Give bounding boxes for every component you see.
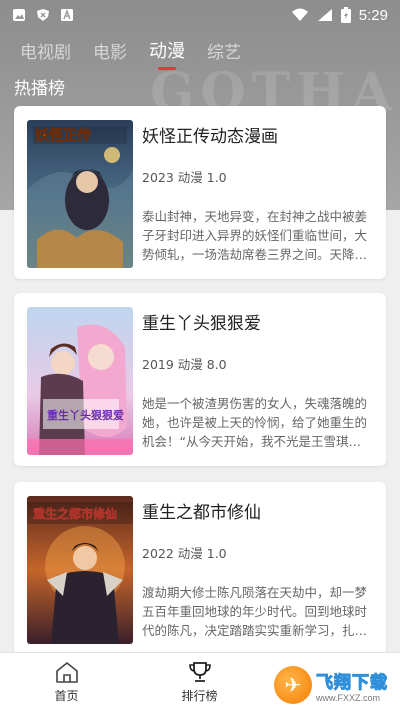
nav-home-label: 首页 xyxy=(54,689,79,703)
shield-icon xyxy=(36,8,50,22)
cover-caption: 重生丫头狠狠爱 xyxy=(47,408,124,422)
brand-logo-icon: ✈ xyxy=(274,666,312,704)
cover-art-chongsheng: 重生丫头狠狠爱 xyxy=(27,307,133,455)
cover-art-yaoguai: 妖怪正传 xyxy=(27,120,133,268)
wifi-icon xyxy=(291,8,309,22)
card-meta: 2019 动漫 8.0 xyxy=(142,357,227,372)
tab-movies[interactable]: 电影 xyxy=(93,32,127,68)
list-item[interactable]: 重生之都市修仙 重生之都市修仙 2022 动漫 1.0 渡劫期大修士陈凡陨落在天… xyxy=(14,482,386,655)
card-description: 渡劫期大修士陈凡陨落在天劫中，却一梦五百年重回地球的年少时代。回到地球时代的陈凡… xyxy=(142,585,368,643)
tab-anime[interactable]: 动漫 xyxy=(149,32,185,68)
trophy-icon xyxy=(187,660,213,684)
brand-watermark: ✈ 飞翔下载 www.FXXZ.com xyxy=(274,662,394,708)
card-meta: 2023 动漫 1.0 xyxy=(142,170,227,185)
signal-icon xyxy=(317,8,333,22)
gallery-icon xyxy=(12,8,26,22)
tab-variety[interactable]: 综艺 xyxy=(207,32,241,68)
card-description: 她是一个被渣男伤害的女人，失魂落魄的她，也许是被上天的怜悯，给了她重生的机会！“… xyxy=(142,396,368,454)
cover-caption: 重生之都市修仙 xyxy=(33,506,117,521)
brand-url: www.FXXZ.com xyxy=(316,692,381,703)
keyboard-a-icon xyxy=(60,8,74,22)
nav-ranking[interactable]: 排行榜 xyxy=(133,653,266,711)
cover-caption: 妖怪正传 xyxy=(35,127,91,144)
status-bar: 5:29 xyxy=(0,0,400,30)
section-title: 热播榜 xyxy=(14,79,65,99)
list-item[interactable]: 重生丫头狠狠爱 重生丫头狠狠爱 2019 动漫 8.0 她是一个被渣男伤害的女人… xyxy=(14,293,386,466)
card-meta: 2022 动漫 1.0 xyxy=(142,546,227,561)
home-icon xyxy=(54,660,80,684)
cover-image[interactable]: 重生丫头狠狠爱 xyxy=(27,307,133,455)
cover-image[interactable]: 妖怪正传 xyxy=(27,120,133,268)
nav-home[interactable]: 首页 xyxy=(0,653,133,711)
status-time: 5:29 xyxy=(358,6,388,24)
card-title[interactable]: 重生丫头狠狠爱 xyxy=(142,309,261,334)
tab-tv-series[interactable]: 电视剧 xyxy=(20,32,71,68)
card-title[interactable]: 妖怪正传动态漫画 xyxy=(142,122,278,147)
card-description: 泰山封神，天地异变，在封神之战中被姜子牙封印进入异界的妖怪们重临世间，大势倾轧，… xyxy=(142,209,368,267)
brand-name: 飞翔下载 xyxy=(316,672,388,693)
category-tabs: 电视剧 电影 动漫 综艺 xyxy=(0,30,400,70)
battery-charging-icon xyxy=(340,7,351,23)
list-item[interactable]: 妖怪正传 妖怪正传动态漫画 2023 动漫 1.0 泰山封神，天地异变，在封神之… xyxy=(14,106,386,279)
cover-art-dushi: 重生之都市修仙 xyxy=(27,496,133,644)
card-title[interactable]: 重生之都市修仙 xyxy=(142,498,261,523)
cover-image[interactable]: 重生之都市修仙 xyxy=(27,496,133,644)
nav-ranking-label: 排行榜 xyxy=(181,689,218,703)
